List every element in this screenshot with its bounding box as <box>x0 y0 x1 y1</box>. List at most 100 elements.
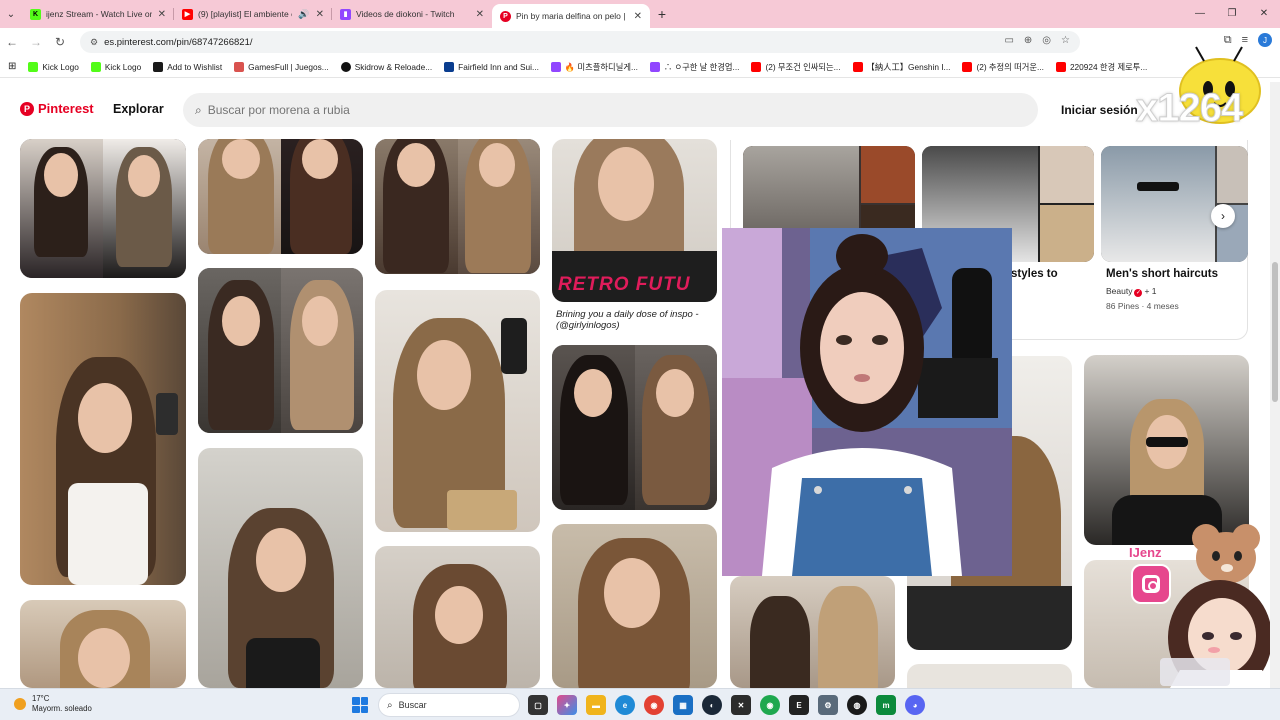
file-explorer-icon[interactable]: ▬ <box>586 695 606 715</box>
sun-icon <box>14 698 26 710</box>
chrome-alt-icon[interactable]: ◉ <box>760 695 780 715</box>
page-scrollbar[interactable] <box>1270 82 1280 688</box>
youtube-icon <box>852 61 863 72</box>
bookmark-item[interactable]: Kick Logo <box>87 61 145 72</box>
minimize-icon[interactable]: — <box>1184 0 1216 28</box>
twitch-icon: ▮ <box>340 8 351 20</box>
board-title[interactable]: styles to <box>1011 268 1058 280</box>
bookmark-label: (2) 무조건 인싸되는... <box>765 61 841 72</box>
pin-card[interactable] <box>198 448 363 688</box>
pin-card[interactable] <box>1084 355 1249 545</box>
pin-card[interactable] <box>552 524 717 688</box>
settings-icon[interactable]: ⚙ <box>818 695 838 715</box>
instagram-icon <box>1131 564 1171 604</box>
com-app-icon[interactable]: m <box>876 695 896 715</box>
pinterest-icon: P <box>500 10 511 22</box>
bookmark-item[interactable]: Skidrow & Reloade... <box>337 61 436 72</box>
bookmark-label: (2) 추정의 떠거운... <box>976 61 1044 72</box>
pin-card[interactable] <box>198 139 363 254</box>
pinterest-logo[interactable]: P Pinterest <box>20 101 94 116</box>
browser-toolbar: ← → ↻ ⚙ es.pinterest.com/pin/68747266821… <box>0 28 1280 56</box>
bookmark-item[interactable]: (2) 무조건 인싸되는... <box>747 61 844 73</box>
tab-search-button[interactable]: ⌄ <box>0 0 22 28</box>
zoom-icon[interactable]: ⊕ <box>1024 35 1032 46</box>
streamer-webcam <box>722 228 1012 576</box>
close-icon[interactable]: ✕ <box>158 9 166 20</box>
pinterest-header: P Pinterest Explorar ⌕ Iniciar sesión <box>0 82 1280 138</box>
eye-off-icon[interactable]: ◎ <box>1042 35 1051 46</box>
tab-twitch-videos[interactable]: ▮ Videos de diokoni - Twitch ✕ <box>332 0 492 28</box>
scrollbar-thumb[interactable] <box>1272 262 1278 402</box>
board-title[interactable]: Men's short haircuts <box>1106 268 1218 280</box>
kick-icon <box>28 61 39 72</box>
bookmark-item[interactable]: GamesFull | Juegos... <box>230 61 333 72</box>
pin-card[interactable] <box>20 139 186 278</box>
search-bar[interactable]: ⌕ <box>183 93 1038 127</box>
xbox-icon[interactable]: ✕ <box>731 695 751 715</box>
reload-icon[interactable]: ↻ <box>48 35 72 49</box>
instagram-handle: IJenz <box>1129 545 1162 560</box>
epic-games-icon[interactable]: E <box>789 695 809 715</box>
omnibox-actions: ▭ ⊕ ◎ ☆ <box>1004 35 1070 46</box>
close-window-icon[interactable]: ✕ <box>1248 0 1280 28</box>
task-view-icon[interactable]: ▢ <box>528 695 548 715</box>
speaker-icon[interactable]: 🔊 <box>298 9 309 20</box>
tab-kick-stream[interactable]: K ijenz Stream - Watch Live on Ki ✕ <box>22 0 174 28</box>
cast-icon[interactable]: ▭ <box>1004 35 1013 46</box>
taskbar-search[interactable]: ⌕ Buscar <box>378 693 520 717</box>
search-input[interactable] <box>207 103 908 117</box>
browser-tab-strip: ⌄ K ijenz Stream - Watch Live on Ki ✕ ▶ … <box>0 0 1280 28</box>
bookmark-item[interactable]: 🔥 미츠플하디닐게... <box>547 61 642 73</box>
board-meta: 86 Pines · 4 meses <box>1106 301 1179 311</box>
obs-icon[interactable]: ◍ <box>847 695 867 715</box>
steam-icon[interactable]: ◐ <box>702 695 722 715</box>
pin-card[interactable] <box>375 546 540 688</box>
edge-icon[interactable]: e <box>615 695 635 715</box>
close-icon[interactable]: ✕ <box>476 9 484 20</box>
board-owner: Beauty ✓ + 1 <box>1106 286 1157 297</box>
gamepad-icon <box>234 61 245 72</box>
bookmark-star-icon[interactable]: ☆ <box>1061 35 1070 46</box>
bookmark-item[interactable]: ∴ ㅇ구한 날 한경업... <box>646 61 744 73</box>
chevron-right-icon[interactable]: › <box>1211 204 1235 228</box>
maximize-icon[interactable]: ❐ <box>1216 0 1248 28</box>
pin-card[interactable] <box>730 576 895 688</box>
bookmarks-bar: ⊞ Kick Logo Kick Logo Add to Wishlist Ga… <box>0 56 1280 78</box>
close-icon[interactable]: ✕ <box>634 11 642 22</box>
pin-card[interactable]: RETRO FUTU <box>552 139 717 302</box>
pin-card[interactable] <box>198 268 363 433</box>
pin-card[interactable] <box>375 290 540 532</box>
pin-card[interactable] <box>552 345 717 510</box>
forward-icon[interactable]: → <box>24 35 48 49</box>
apps-grid-icon[interactable]: ⊞ <box>6 61 20 72</box>
discord-icon[interactable]: ◕ <box>905 695 925 715</box>
bookmark-item[interactable]: 220924 한경 제로투... <box>1052 61 1151 73</box>
bookmark-item[interactable]: Add to Wishlist <box>149 61 226 72</box>
pin-card[interactable] <box>20 600 186 688</box>
explore-link[interactable]: Explorar <box>113 102 164 116</box>
copilot-icon[interactable]: ✦ <box>557 695 577 715</box>
pin-card[interactable] <box>375 139 540 274</box>
tab-pinterest-pin[interactable]: P Pin by maria delfina on pelo | E ✕ <box>492 4 650 28</box>
hotel-icon <box>444 61 455 72</box>
store-icon[interactable]: ▦ <box>673 695 693 715</box>
pin-card[interactable] <box>20 293 186 585</box>
weather-widget[interactable]: 17°C Mayorm. soleado <box>14 694 92 714</box>
new-tab-button[interactable]: + <box>650 6 674 22</box>
chrome-icon[interactable]: ◉ <box>644 695 664 715</box>
bookmark-item[interactable]: (2) 추정의 떠거운... <box>958 61 1047 73</box>
bookmark-item[interactable]: Kick Logo <box>24 61 82 72</box>
windows-start-icon[interactable] <box>352 697 368 713</box>
bookmark-label: 🔥 미츠플하디닐게... <box>564 61 638 72</box>
site-info-icon[interactable]: ⚙ <box>90 37 98 48</box>
back-icon[interactable]: ← <box>0 35 24 49</box>
board-owner-name[interactable]: Beauty <box>1106 286 1132 296</box>
login-button[interactable]: Iniciar sesión <box>1061 103 1138 117</box>
address-bar[interactable]: ⚙ es.pinterest.com/pin/68747266821/ ▭ ⊕ … <box>80 31 1080 53</box>
close-icon[interactable]: ✕ <box>316 9 324 20</box>
steam-icon <box>153 61 164 72</box>
bookmark-item[interactable]: Fairfield Inn and Sui... <box>440 61 543 72</box>
tab-youtube-playlist[interactable]: ▶ (9) [playlist] El ambiente es 🔊 ✕ <box>174 0 332 28</box>
search-icon: ⌕ <box>387 699 393 711</box>
bookmark-item[interactable]: 【納人工】Genshin I... <box>849 61 955 73</box>
